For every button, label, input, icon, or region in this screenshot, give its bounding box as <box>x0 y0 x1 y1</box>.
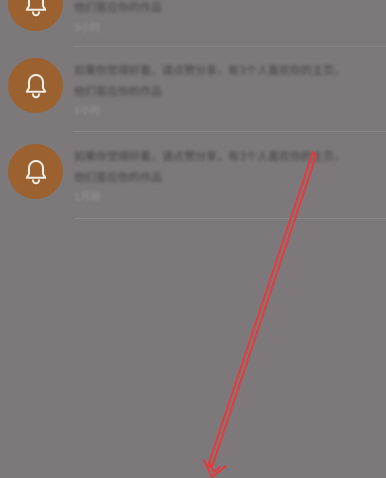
notifications-screen: 他们答应你的作品 3小时 如果你觉得好看，请点赞分享，有3个人喜欢你的主页， 他… <box>0 0 386 478</box>
swipe-down-arrow <box>203 151 317 478</box>
